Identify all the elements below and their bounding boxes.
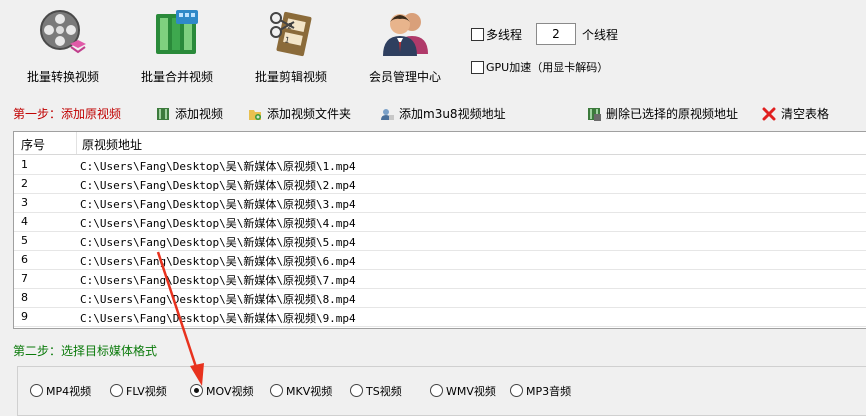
table-row[interactable]: 8 C:\Users\Fang\Desktop\吴\新媒体\原视频\8.mp4 bbox=[14, 288, 866, 308]
add-m3u8-label: 添加m3u8视频地址 bbox=[399, 107, 506, 121]
multithread-label: 多线程 bbox=[486, 28, 523, 42]
table-row[interactable]: 6 C:\Users\Fang\Desktop\吴\新媒体\原视频\6.mp4 bbox=[14, 250, 866, 270]
row-path: C:\Users\Fang\Desktop\吴\新媒体\原视频\1.mp4 bbox=[80, 160, 356, 173]
format-label: TS视频 bbox=[366, 385, 402, 398]
video-list-table[interactable]: 序号 原视频地址 1 C:\Users\Fang\Desktop\吴\新媒体\原视… bbox=[13, 131, 866, 329]
row-index: 9 bbox=[21, 310, 28, 323]
table-row[interactable]: 4 C:\Users\Fang\Desktop\吴\新媒体\原视频\4.mp4 bbox=[14, 212, 866, 232]
link-user-icon bbox=[380, 107, 394, 121]
row-index: 5 bbox=[21, 234, 28, 247]
gpu-label: GPU加速（用显卡解码） bbox=[486, 61, 609, 74]
folder-add-icon bbox=[248, 107, 262, 121]
film-reel-icon bbox=[38, 8, 88, 58]
gpu-checkbox[interactable] bbox=[471, 61, 484, 74]
format-label: FLV视频 bbox=[126, 385, 167, 398]
member-center-tool[interactable]: 会员管理中心 bbox=[350, 8, 460, 88]
batch-merge-tool[interactable]: 批量合并视频 bbox=[122, 8, 232, 88]
format-label: WMV视频 bbox=[446, 385, 496, 398]
row-path: C:\Users\Fang\Desktop\吴\新媒体\原视频\5.mp4 bbox=[80, 236, 356, 249]
row-path: C:\Users\Fang\Desktop\吴\新媒体\原视频\9.mp4 bbox=[80, 312, 356, 325]
row-index: 2 bbox=[21, 177, 28, 190]
member-center-label: 会员管理中心 bbox=[368, 70, 441, 84]
add-folder-label: 添加视频文件夹 bbox=[267, 107, 352, 121]
add-m3u8-button[interactable]: 添加m3u8视频地址 bbox=[380, 105, 506, 123]
row-index: 6 bbox=[21, 253, 28, 266]
add-video-button[interactable]: 添加视频 bbox=[156, 105, 223, 123]
close-icon bbox=[762, 107, 776, 121]
add-video-label: 添加视频 bbox=[175, 107, 224, 121]
batch-merge-label: 批量合并视频 bbox=[140, 70, 213, 84]
thread-count-input[interactable]: 2 bbox=[536, 23, 576, 45]
step2-label: 第二步：选择目标媒体格式 bbox=[13, 344, 158, 358]
row-path: C:\Users\Fang\Desktop\吴\新媒体\原视频\2.mp4 bbox=[80, 179, 356, 192]
row-index: 8 bbox=[21, 291, 28, 304]
row-path: C:\Users\Fang\Desktop\吴\新媒体\原视频\7.mp4 bbox=[80, 274, 356, 287]
radio-button-icon bbox=[30, 384, 43, 397]
row-index: 1 bbox=[21, 158, 28, 171]
film-add-icon bbox=[156, 107, 170, 121]
batch-convert-tool[interactable]: 批量转换视频 bbox=[8, 8, 118, 88]
clear-table-label: 清空表格 bbox=[781, 107, 830, 121]
table-header: 序号 原视频地址 bbox=[14, 132, 866, 155]
row-path: C:\Users\Fang\Desktop\吴\新媒体\原视频\6.mp4 bbox=[80, 255, 356, 268]
row-path: C:\Users\Fang\Desktop\吴\新媒体\原视频\8.mp4 bbox=[80, 293, 356, 306]
format-radio[interactable]: MP3音频 bbox=[510, 384, 571, 398]
format-label: MP4视频 bbox=[46, 385, 92, 398]
table-row[interactable]: 7 C:\Users\Fang\Desktop\吴\新媒体\原视频\7.mp4 bbox=[14, 269, 866, 289]
header-path[interactable]: 原视频地址 bbox=[82, 136, 142, 153]
format-radio[interactable]: MP4视频 bbox=[30, 384, 91, 398]
format-radio[interactable]: TS视频 bbox=[350, 384, 402, 398]
multithread-checkbox[interactable] bbox=[471, 28, 484, 41]
format-radio[interactable]: WMV视频 bbox=[430, 384, 496, 398]
format-radio[interactable]: MKV视频 bbox=[270, 384, 332, 398]
format-radio[interactable]: FLV视频 bbox=[110, 384, 167, 398]
film-scissors-icon: 2 1 bbox=[266, 8, 316, 58]
row-index: 3 bbox=[21, 196, 28, 209]
users-icon bbox=[380, 8, 430, 58]
format-label: MKV视频 bbox=[286, 385, 333, 398]
radio-button-icon bbox=[350, 384, 363, 397]
table-row[interactable]: 2 C:\Users\Fang\Desktop\吴\新媒体\原视频\2.mp4 bbox=[14, 174, 866, 194]
radio-button-icon bbox=[270, 384, 283, 397]
table-row[interactable]: 3 C:\Users\Fang\Desktop\吴\新媒体\原视频\3.mp4 bbox=[14, 193, 866, 213]
row-index: 4 bbox=[21, 215, 28, 228]
table-row[interactable]: 5 C:\Users\Fang\Desktop\吴\新媒体\原视频\5.mp4 bbox=[14, 231, 866, 251]
radio-button-icon bbox=[110, 384, 123, 397]
row-path: C:\Users\Fang\Desktop\吴\新媒体\原视频\4.mp4 bbox=[80, 217, 356, 230]
add-folder-button[interactable]: 添加视频文件夹 bbox=[248, 105, 351, 123]
table-row[interactable]: 9 C:\Users\Fang\Desktop\吴\新媒体\原视频\9.mp4 bbox=[14, 307, 866, 327]
clear-table-button[interactable]: 清空表格 bbox=[762, 105, 829, 123]
batch-cut-tool[interactable]: 2 1 批量剪辑视频 bbox=[236, 8, 346, 88]
format-radio[interactable]: MOV视频 bbox=[190, 384, 253, 398]
format-label: MOV视频 bbox=[206, 385, 254, 398]
table-row[interactable]: 1 C:\Users\Fang\Desktop\吴\新媒体\原视频\1.mp4 bbox=[14, 155, 866, 175]
radio-button-icon bbox=[190, 384, 203, 397]
format-label: MP3音频 bbox=[526, 385, 572, 398]
row-index: 7 bbox=[21, 272, 28, 285]
step1-label: 第一步：添加原视频 bbox=[13, 107, 122, 121]
row-path: C:\Users\Fang\Desktop\吴\新媒体\原视频\3.mp4 bbox=[80, 198, 356, 211]
delete-selected-label: 删除已选择的原视频地址 bbox=[606, 107, 739, 121]
batch-convert-label: 批量转换视频 bbox=[26, 70, 99, 84]
radio-button-icon bbox=[430, 384, 443, 397]
batch-cut-label: 批量剪辑视频 bbox=[254, 70, 327, 84]
header-index[interactable]: 序号 bbox=[21, 136, 45, 153]
delete-film-icon bbox=[587, 107, 601, 121]
film-strip-merge-icon bbox=[152, 8, 202, 58]
thread-unit-label: 个线程 bbox=[582, 28, 619, 42]
radio-button-icon bbox=[510, 384, 523, 397]
delete-selected-button[interactable]: 删除已选择的原视频地址 bbox=[587, 105, 738, 123]
header-divider bbox=[76, 132, 77, 154]
